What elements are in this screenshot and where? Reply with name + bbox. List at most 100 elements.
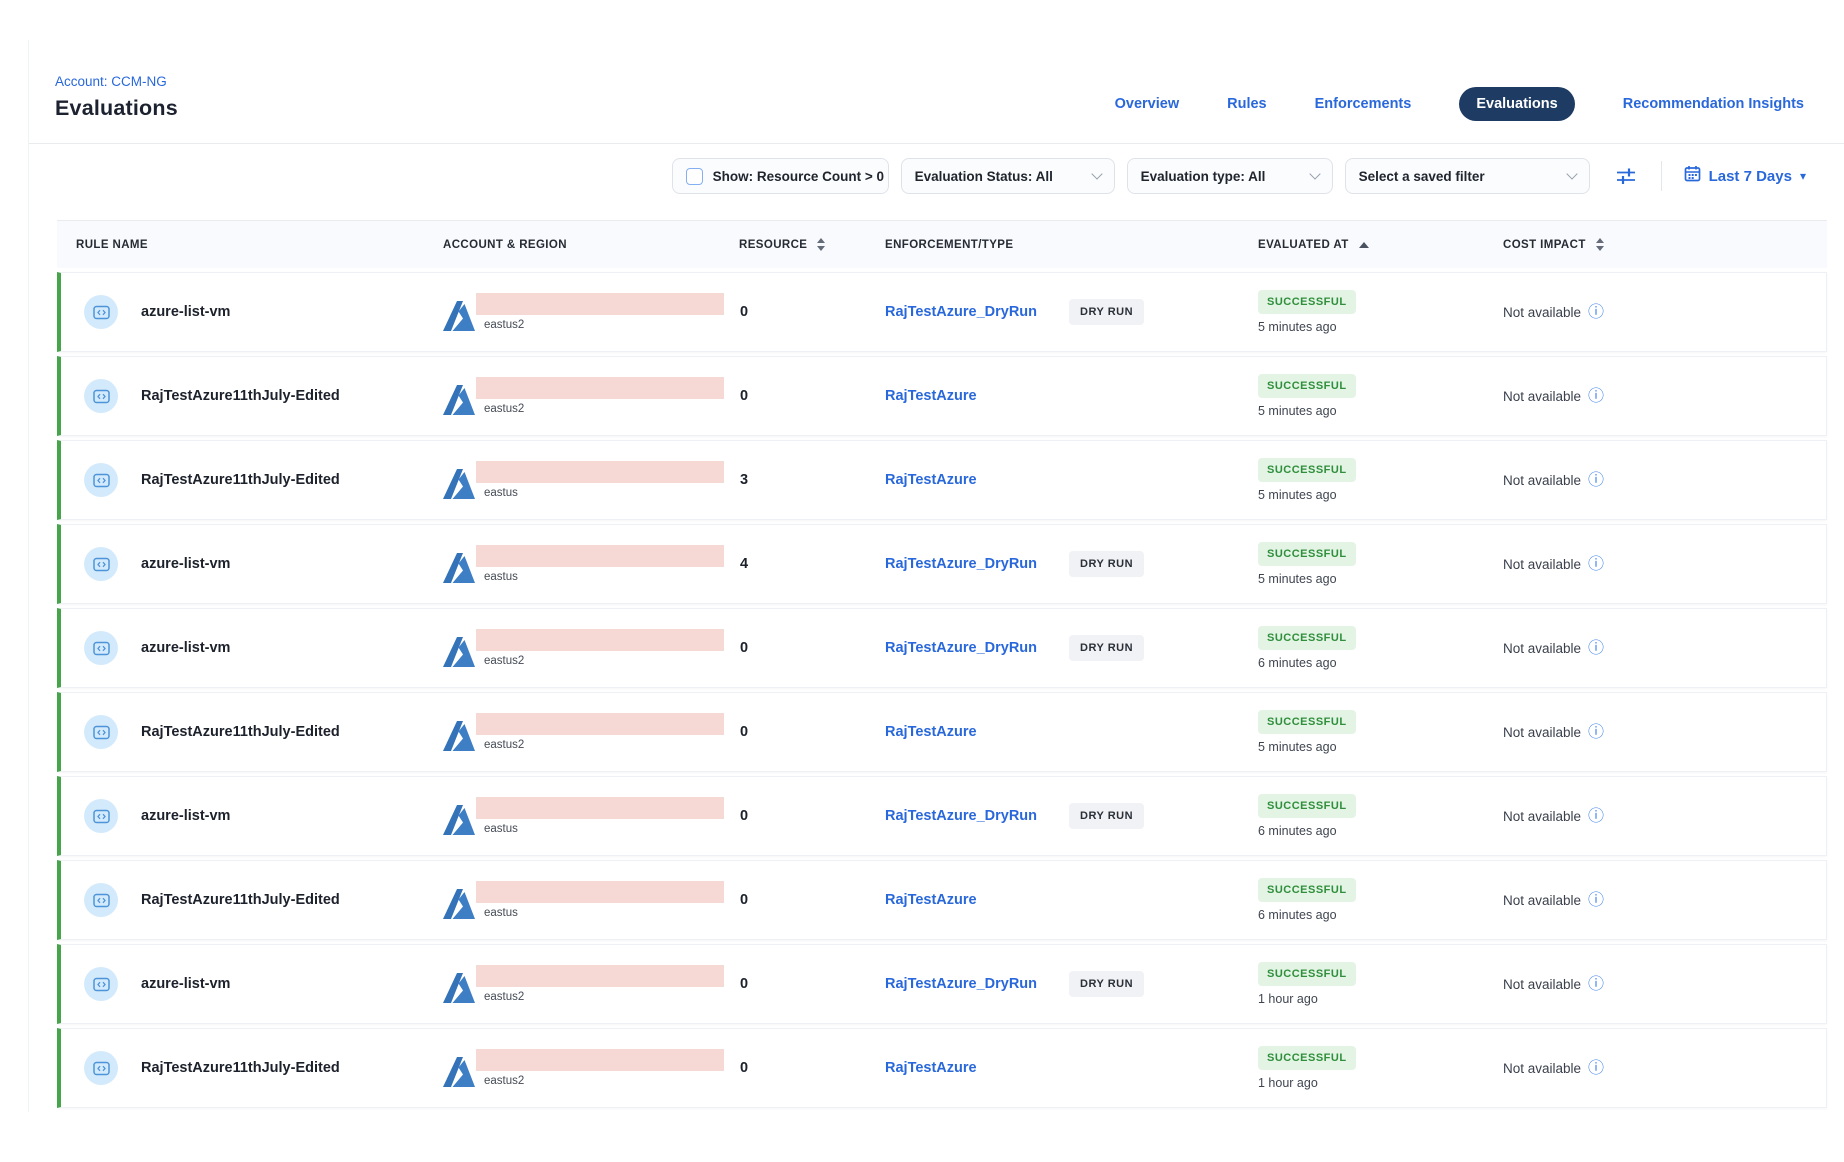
tab-recommendation-insights[interactable]: Recommendation Insights bbox=[1623, 96, 1804, 112]
resource-count-filter[interactable]: Show: Resource Count > 0 bbox=[672, 158, 889, 194]
table-row[interactable]: azure-list-vm eastus2 0 RajTestAzure_Dry… bbox=[57, 944, 1827, 1024]
info-icon[interactable]: ⓘ bbox=[1588, 1060, 1604, 1076]
sort-icon[interactable] bbox=[1596, 238, 1604, 251]
evaluated-timestamp: 5 minutes ago bbox=[1258, 488, 1337, 502]
account-info: eastus2 bbox=[476, 965, 724, 1003]
filter-adjustments-icon[interactable] bbox=[1615, 166, 1637, 186]
cost-impact-cell: Not available ⓘ bbox=[1503, 892, 1826, 908]
rule-name: RajTestAzure11thJuly-Edited bbox=[141, 388, 340, 404]
evaluated-timestamp: 5 minutes ago bbox=[1258, 740, 1337, 754]
table-row[interactable]: RajTestAzure11thJuly-Edited eastus2 0 Ra… bbox=[57, 692, 1827, 772]
evaluation-status-select[interactable]: Evaluation Status: All bbox=[901, 158, 1115, 194]
table-row[interactable]: RajTestAzure11thJuly-Edited eastus2 0 Ra… bbox=[57, 356, 1827, 436]
info-icon[interactable]: ⓘ bbox=[1588, 304, 1604, 320]
tab-enforcements[interactable]: Enforcements bbox=[1315, 96, 1412, 112]
enforcement-cell: RajTestAzure bbox=[885, 724, 1258, 740]
top-nav: Overview Rules Enforcements Evaluations … bbox=[1115, 87, 1804, 121]
azure-icon bbox=[443, 385, 476, 420]
sort-icon[interactable] bbox=[817, 238, 825, 251]
rule-name-cell: RajTestAzure11thJuly-Edited bbox=[61, 883, 443, 917]
info-icon[interactable]: ⓘ bbox=[1588, 556, 1604, 572]
info-icon[interactable]: ⓘ bbox=[1588, 976, 1604, 992]
account-region-cell: eastus2 bbox=[443, 289, 737, 336]
sort-ascending-icon[interactable] bbox=[1359, 242, 1369, 248]
column-header-evaluated-at[interactable]: EVALUATED AT bbox=[1258, 239, 1503, 251]
info-icon[interactable]: ⓘ bbox=[1588, 388, 1604, 404]
column-header-resource[interactable]: RESOURCE bbox=[737, 238, 885, 251]
evaluations-table-body: azure-list-vm eastus2 0 RajTestAzure_Dry… bbox=[57, 272, 1827, 1108]
region-label: eastus2 bbox=[484, 403, 724, 415]
table-row[interactable]: RajTestAzure11thJuly-Edited eastus 3 Raj… bbox=[57, 440, 1827, 520]
tab-evaluations[interactable]: Evaluations bbox=[1459, 87, 1574, 121]
column-header-enforcement-type: ENFORCEMENT/TYPE bbox=[885, 239, 1258, 251]
evaluated-at-cell: SUCCESSFUL 5 minutes ago bbox=[1258, 374, 1503, 418]
redacted-account-name bbox=[476, 629, 724, 651]
account-region-cell: eastus2 bbox=[443, 709, 737, 756]
rule-icon bbox=[84, 379, 118, 413]
account-region-cell: eastus bbox=[443, 793, 737, 840]
saved-filter-select[interactable]: Select a saved filter bbox=[1345, 158, 1590, 194]
info-icon[interactable]: ⓘ bbox=[1588, 892, 1604, 908]
status-badge: SUCCESSFUL bbox=[1258, 458, 1356, 482]
enforcement-link[interactable]: RajTestAzure bbox=[885, 724, 977, 740]
info-icon[interactable]: ⓘ bbox=[1588, 472, 1604, 488]
cost-impact-value: Not available bbox=[1503, 557, 1581, 572]
status-badge: SUCCESSFUL bbox=[1258, 710, 1356, 734]
enforcement-cell: RajTestAzure_DryRun DRY RUN bbox=[885, 803, 1258, 829]
enforcement-cell: RajTestAzure_DryRun DRY RUN bbox=[885, 635, 1258, 661]
info-icon[interactable]: ⓘ bbox=[1588, 724, 1604, 740]
table-row[interactable]: azure-list-vm eastus 4 RajTestAzure_DryR… bbox=[57, 524, 1827, 604]
evaluated-timestamp: 6 minutes ago bbox=[1258, 656, 1337, 670]
azure-icon bbox=[443, 553, 476, 588]
rule-name: azure-list-vm bbox=[141, 808, 230, 824]
info-icon[interactable]: ⓘ bbox=[1588, 640, 1604, 656]
info-icon[interactable]: ⓘ bbox=[1588, 808, 1604, 824]
resource-count-label: Show: Resource Count > 0 bbox=[713, 169, 884, 184]
resource-count: 0 bbox=[737, 724, 885, 740]
tab-overview[interactable]: Overview bbox=[1115, 96, 1180, 112]
evaluation-type-select[interactable]: Evaluation type: All bbox=[1127, 158, 1333, 194]
azure-icon bbox=[443, 637, 476, 672]
enforcement-cell: RajTestAzure bbox=[885, 1060, 1258, 1076]
rule-name-cell: RajTestAzure11thJuly-Edited bbox=[61, 463, 443, 497]
table-row[interactable]: RajTestAzure11thJuly-Edited eastus 0 Raj… bbox=[57, 860, 1827, 940]
region-label: eastus2 bbox=[484, 655, 724, 667]
enforcement-link[interactable]: RajTestAzure bbox=[885, 472, 977, 488]
rule-name-cell: RajTestAzure11thJuly-Edited bbox=[61, 1051, 443, 1085]
rule-name-cell: RajTestAzure11thJuly-Edited bbox=[61, 379, 443, 413]
resource-count: 0 bbox=[737, 1060, 885, 1076]
evaluated-at-cell: SUCCESSFUL 5 minutes ago bbox=[1258, 542, 1503, 586]
resource-count-checkbox[interactable] bbox=[686, 168, 703, 185]
resource-count: 4 bbox=[737, 556, 885, 572]
evaluation-status-value: Evaluation Status: All bbox=[915, 169, 1053, 184]
cost-impact-value: Not available bbox=[1503, 641, 1581, 656]
column-header-rule-name: RULE NAME bbox=[57, 239, 443, 251]
table-row[interactable]: azure-list-vm eastus 0 RajTestAzure_DryR… bbox=[57, 776, 1827, 856]
table-row[interactable]: azure-list-vm eastus2 0 RajTestAzure_Dry… bbox=[57, 608, 1827, 688]
table-row[interactable]: azure-list-vm eastus2 0 RajTestAzure_Dry… bbox=[57, 272, 1827, 352]
enforcement-link[interactable]: RajTestAzure bbox=[885, 388, 977, 404]
enforcement-link[interactable]: RajTestAzure_DryRun bbox=[885, 556, 1037, 572]
enforcement-link[interactable]: RajTestAzure_DryRun bbox=[885, 976, 1037, 992]
evaluated-timestamp: 6 minutes ago bbox=[1258, 824, 1337, 838]
table-row[interactable]: RajTestAzure11thJuly-Edited eastus2 0 Ra… bbox=[57, 1028, 1827, 1108]
enforcement-link[interactable]: RajTestAzure bbox=[885, 1060, 977, 1076]
region-label: eastus bbox=[484, 823, 724, 835]
column-header-cost-impact[interactable]: COST IMPACT bbox=[1503, 238, 1827, 251]
rule-name: RajTestAzure11thJuly-Edited bbox=[141, 472, 340, 488]
enforcement-link[interactable]: RajTestAzure_DryRun bbox=[885, 304, 1037, 320]
date-range-picker[interactable]: Last 7 Days ▾ bbox=[1684, 165, 1806, 187]
cost-impact-cell: Not available ⓘ bbox=[1503, 1060, 1826, 1076]
enforcement-link[interactable]: RajTestAzure_DryRun bbox=[885, 640, 1037, 656]
status-badge: SUCCESSFUL bbox=[1258, 878, 1356, 902]
region-label: eastus2 bbox=[484, 739, 724, 751]
rule-icon bbox=[84, 1051, 118, 1085]
redacted-account-name bbox=[476, 461, 724, 483]
enforcement-link[interactable]: RajTestAzure bbox=[885, 892, 977, 908]
filter-divider bbox=[1661, 161, 1662, 191]
cost-impact-cell: Not available ⓘ bbox=[1503, 808, 1826, 824]
enforcement-link[interactable]: RajTestAzure_DryRun bbox=[885, 808, 1037, 824]
account-breadcrumb-link[interactable]: Account: CCM-NG bbox=[55, 74, 178, 89]
cost-impact-cell: Not available ⓘ bbox=[1503, 388, 1826, 404]
tab-rules[interactable]: Rules bbox=[1227, 96, 1267, 112]
